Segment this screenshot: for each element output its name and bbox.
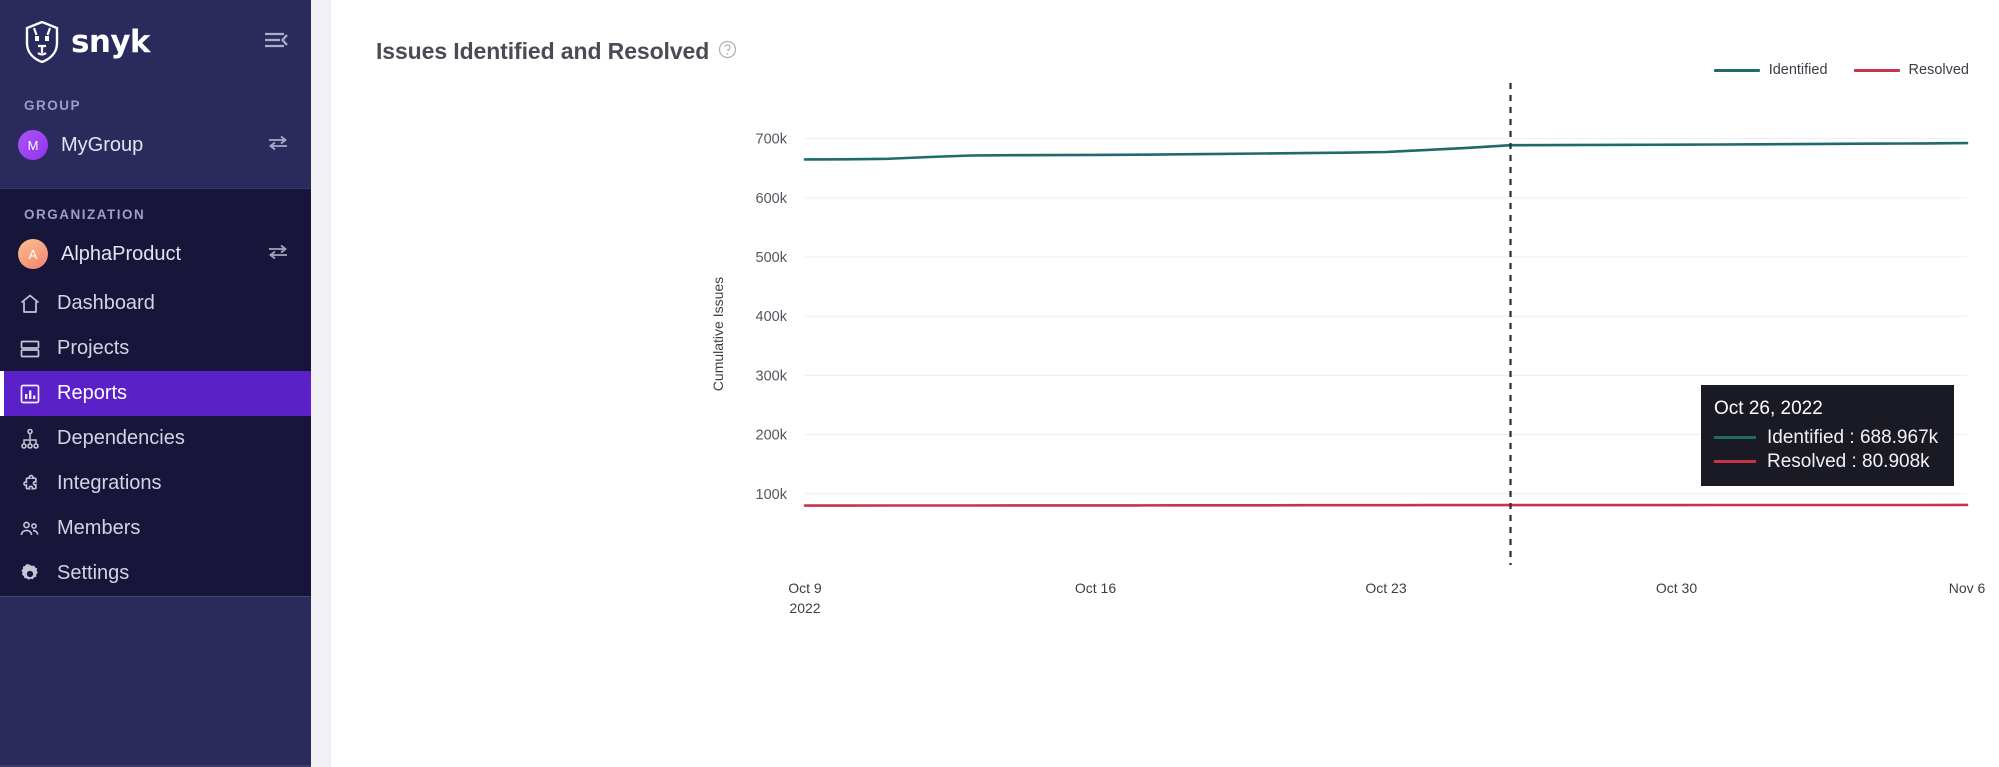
app-root: snyk GROUP M MyGroup ORGANIZATION A Alph… [0,0,1999,767]
chart-header: Issues Identified and Resolved [331,0,1999,65]
group-entity: M MyGroup [18,130,143,160]
brand-name: snyk [71,23,151,60]
chart-tooltip: Oct 26, 2022 Identified : 688.967k Resol… [1701,385,1954,486]
sidebar-footer [0,596,311,767]
home-icon [18,292,42,316]
tooltip-date: Oct 26, 2022 [1714,398,1823,419]
series-line-identified [803,141,1969,161]
content-area: Issues Identified and Resolved Identifie… [331,0,1999,767]
y-tick-label: 100k [756,487,788,503]
snyk-wolf-logo-icon [24,21,60,63]
y-tick-label: 500k [756,250,788,266]
group-selector[interactable]: M MyGroup [0,124,311,166]
sidebar-item-label: Dashboard [57,292,155,314]
gear-icon [18,562,42,586]
sidebar-main-section: ORGANIZATION A AlphaProduct Dashboard Pr… [0,188,311,767]
sidebar-brand[interactable]: snyk [0,0,311,84]
sidebar-item-label: Dependencies [57,427,185,449]
sidebar-item-label: Members [57,517,141,539]
y-tick-label: 700k [756,132,788,148]
group-avatar: M [18,130,48,160]
sidebar-item-settings[interactable]: Settings [0,551,311,596]
sidebar-item-members[interactable]: Members [0,506,311,551]
sidebar-nav: Dashboard Projects Reports Dependencies … [0,275,311,596]
organization-avatar: A [18,239,48,269]
tooltip-swatch-resolved [1714,460,1756,464]
collapse-sidebar-icon[interactable] [263,30,289,55]
tooltip-row-identified: Identified : 688.967k [1714,426,1941,450]
sidebar-item-label: Reports [57,382,128,404]
organization-selector[interactable]: A AlphaProduct [0,233,311,275]
sidebar-item-label: Integrations [57,472,162,494]
sidebar-item-dashboard[interactable]: Dashboard [0,281,311,326]
x-tick-label: Oct 9 [788,580,822,596]
group-switch-arrows-icon[interactable] [267,135,289,156]
dependencies-icon [18,427,42,451]
group-section-label: GROUP [24,98,82,113]
sidebar-item-projects[interactable]: Projects [0,326,311,371]
page-title: Issues Identified and Resolved [376,38,710,64]
organization-name: AlphaProduct [61,242,182,265]
series-line-resolved [803,503,1969,507]
question-mark-circle-icon[interactable] [718,40,737,64]
x-tick-label: Nov 6 [1949,580,1986,596]
sidebar-item-label: Settings [57,562,130,584]
layout-gutter [311,0,331,767]
sidebar: snyk GROUP M MyGroup ORGANIZATION A Alph… [0,0,311,767]
tooltip-label: Resolved : 80.908k [1767,450,1930,472]
y-tick-label: 400k [756,309,788,325]
x-tick-label: Oct 23 [1365,580,1406,596]
group-section: GROUP M MyGroup [0,84,311,188]
legend-swatch-identified [1713,68,1760,72]
y-tick-label: 600k [756,191,788,207]
puzzle-icon [18,472,42,496]
legend-swatch-resolved [1853,68,1900,72]
sidebar-item-reports[interactable]: Reports [0,371,311,416]
brand-left: snyk [24,21,151,63]
sidebar-item-integrations[interactable]: Integrations [0,461,311,506]
sidebar-item-dependencies[interactable]: Dependencies [0,416,311,461]
tooltip-swatch-identified [1714,436,1756,440]
group-name: MyGroup [61,133,144,156]
tooltip-label: Identified : 688.967k [1767,426,1939,448]
organization-entity: A AlphaProduct [18,239,181,269]
projects-icon [18,337,42,361]
y-tick-label: 200k [756,428,788,444]
organization-section: ORGANIZATION A AlphaProduct [0,189,311,275]
sidebar-item-label: Projects [57,337,130,359]
tooltip-row-resolved: Resolved : 80.908k [1714,450,1941,474]
x-tick-label: Oct 16 [1075,580,1116,596]
members-icon [18,517,42,541]
organization-section-label: ORGANIZATION [24,207,146,222]
organization-switch-arrows-icon[interactable] [267,244,289,265]
reports-bar-icon [18,382,42,406]
sidebar-top-section: snyk GROUP M MyGroup [0,0,311,188]
x-tick-label: Oct 30 [1656,580,1697,596]
x-tick-sublabel: 2022 [789,600,820,616]
y-axis-title: Cumulative Issues [710,277,726,391]
y-tick-label: 300k [756,368,788,384]
